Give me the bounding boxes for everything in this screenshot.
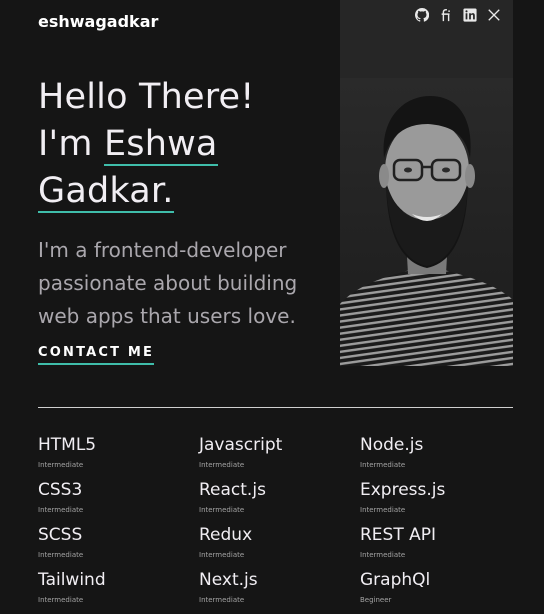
skill-item: Javascript Intermediate <box>199 434 360 479</box>
fiverr-icon[interactable] <box>439 8 453 22</box>
profile-photo <box>340 78 513 366</box>
section-divider <box>38 407 513 408</box>
skill-level: Intermediate <box>360 506 406 514</box>
skill-name: Tailwind <box>38 570 106 590</box>
skill-name: SCSS <box>38 525 83 545</box>
greeting-line: Hello There! <box>38 77 255 117</box>
skill-name: Express.js <box>360 480 446 500</box>
linkedin-icon[interactable] <box>463 8 477 22</box>
skill-level: Intermediate <box>38 506 84 514</box>
skill-level: Intermediate <box>38 596 84 604</box>
skill-item: Express.js Intermediate <box>360 479 521 524</box>
skill-item: Redux Intermediate <box>199 524 360 569</box>
intro-prefix: I'm <box>38 124 104 164</box>
skill-level: Intermediate <box>360 461 406 469</box>
skills-grid: HTML5 Intermediate Javascript Intermediate… <box>38 434 528 614</box>
skill-item: CSS3 Intermediate <box>38 479 199 524</box>
name-last: Gadkar. <box>38 171 174 213</box>
skill-item: Tailwind Intermediate <box>38 569 199 614</box>
skill-name: GraphQl <box>360 570 431 590</box>
hero-tagline: I'm a frontend-developer passionate abou… <box>38 238 298 328</box>
skill-name: HTML5 <box>38 435 97 455</box>
skill-name: REST API <box>360 525 437 545</box>
skill-level: Intermediate <box>199 461 245 469</box>
skill-item: REST API Intermediate <box>360 524 521 569</box>
skill-level: Intermediate <box>360 551 406 559</box>
skill-level: Intermediate <box>38 461 84 469</box>
skill-item: GraphQl Begineer <box>360 569 521 614</box>
hero-heading: Hello There! I'm Eshwa Gadkar. <box>38 74 255 215</box>
brand-logo[interactable]: eshwagadkar <box>38 12 158 31</box>
skill-item: React.js Intermediate <box>199 479 360 524</box>
github-icon[interactable] <box>415 8 429 22</box>
contact-me-button[interactable]: CONTACT ME <box>38 345 155 365</box>
skill-level: Intermediate <box>199 551 245 559</box>
skill-name: Javascript <box>199 435 283 455</box>
skill-level: Intermediate <box>199 596 245 604</box>
skill-name: React.js <box>199 480 266 500</box>
skill-item: Next.js Intermediate <box>199 569 360 614</box>
skill-item: Node.js Intermediate <box>360 434 521 479</box>
skill-level: Begineer <box>360 596 392 604</box>
x-icon[interactable] <box>487 8 501 22</box>
skill-item: HTML5 Intermediate <box>38 434 199 479</box>
skill-name: Next.js <box>199 570 258 590</box>
skill-level: Intermediate <box>38 551 84 559</box>
skill-level: Intermediate <box>199 506 245 514</box>
skill-name: Redux <box>199 525 253 545</box>
skill-name: CSS3 <box>38 480 83 500</box>
name-first: Eshwa <box>103 124 218 166</box>
skill-name: Node.js <box>360 435 424 455</box>
social-links <box>415 8 501 22</box>
skill-item: SCSS Intermediate <box>38 524 199 569</box>
hero-photo-panel <box>340 0 513 366</box>
